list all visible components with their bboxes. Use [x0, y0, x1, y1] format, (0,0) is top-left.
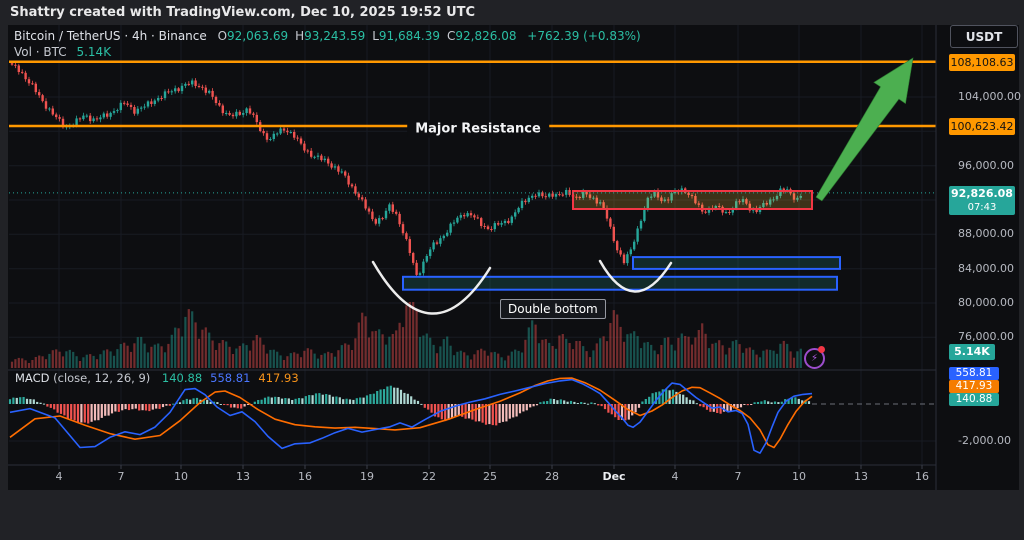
price-axis-label: 96,000.00 — [958, 159, 1014, 172]
price-axis-label: 88,000.00 — [958, 227, 1014, 240]
ohlc-key: O — [217, 29, 228, 43]
price-axis-label: 84,000.00 — [958, 262, 1014, 275]
change-value: +762.39 (+0.83%) — [527, 29, 641, 43]
macd-legend-value: 140.88 — [161, 371, 203, 385]
volume-label: Vol · BTC — [14, 45, 67, 59]
price-axis-label: 100,623.42 — [949, 117, 1015, 135]
time-axis-label: 22 — [422, 470, 436, 483]
time-axis-label: 4 — [671, 470, 679, 483]
volume-legend[interactable]: Vol · BTC 5.14K — [14, 45, 111, 59]
ohlc-key: H — [295, 29, 305, 43]
price-axis-label: 80,000.00 — [958, 296, 1014, 309]
ohlc-value: 91,684.39 — [378, 29, 440, 43]
time-axis-label: Dec — [602, 470, 626, 483]
macd-values: 140.88 558.81 417.93 — [154, 371, 299, 385]
ohlc-value: 92,826.08 — [455, 29, 517, 43]
ohlc-value: 92,063.69 — [227, 29, 289, 43]
time-axis-label: 25 — [483, 470, 497, 483]
time-axis-label: 16 — [915, 470, 929, 483]
symbol-legend[interactable]: Bitcoin / TetherUS · 4h · Binance O92,06… — [14, 29, 641, 43]
price-axis-label: -2,000.00 — [958, 434, 1011, 447]
time-axis-label: 10 — [174, 470, 188, 483]
attribution-bar: Shattry created with TradingView.com, De… — [0, 0, 1024, 25]
lightning-icon: ⚡ — [810, 352, 819, 364]
price-axis-label: 558.81 — [949, 367, 999, 380]
time-axis-label: 7 — [734, 470, 742, 483]
price-axis-label: 417.93 — [949, 380, 999, 393]
currency-toggle-button[interactable]: USDT — [950, 25, 1018, 48]
ohlc-values: O92,063.69 H93,243.59 L91,684.39 C92,826.08 — [211, 29, 517, 43]
price-axis-label: 108,108.63 — [949, 53, 1015, 71]
price-axis-label: 5.14K — [949, 344, 995, 360]
major-resistance-label[interactable]: Major Resistance — [407, 120, 549, 138]
ohlc-key: L — [372, 29, 379, 43]
chart-plot-area[interactable] — [8, 25, 1019, 490]
attribution-text: Shattry created with TradingView.com, De… — [10, 5, 476, 20]
time-axis-label: 19 — [360, 470, 374, 483]
volume-value: 5.14K — [76, 45, 112, 59]
macd-title: MACD — [15, 371, 50, 385]
notification-dot — [818, 346, 825, 353]
time-axis-label: 13 — [854, 470, 868, 483]
macd-legend-value: 417.93 — [258, 371, 299, 385]
tradingview-chart-window: Shattry created with TradingView.com, De… — [0, 0, 1024, 540]
time-axis-label: 4 — [55, 470, 63, 483]
time-axis-label: 10 — [792, 470, 806, 483]
price-axis-label: 140.88 — [949, 393, 999, 406]
time-axis-label: 13 — [236, 470, 250, 483]
symbol-title: Bitcoin / TetherUS · 4h · Binance — [14, 29, 207, 43]
price-axis-label: 104,000.00 — [958, 90, 1021, 103]
macd-legend[interactable]: MACD (close, 12, 26, 9) 140.88 558.81 417.… — [15, 371, 299, 385]
time-axis-label: 16 — [298, 470, 312, 483]
macd-legend-value: 558.81 — [210, 371, 251, 385]
footer-bar: TradingView — [0, 490, 1024, 540]
time-axis-label: 7 — [117, 470, 125, 483]
time-axis-label: 28 — [545, 470, 559, 483]
macd-params: (close, 12, 26, 9) — [53, 371, 151, 385]
last-price-label: 92,826.08 07:43 — [949, 186, 1015, 215]
ohlc-value: 93,243.59 — [304, 29, 366, 43]
double-bottom-label[interactable]: Double bottom — [500, 299, 606, 319]
